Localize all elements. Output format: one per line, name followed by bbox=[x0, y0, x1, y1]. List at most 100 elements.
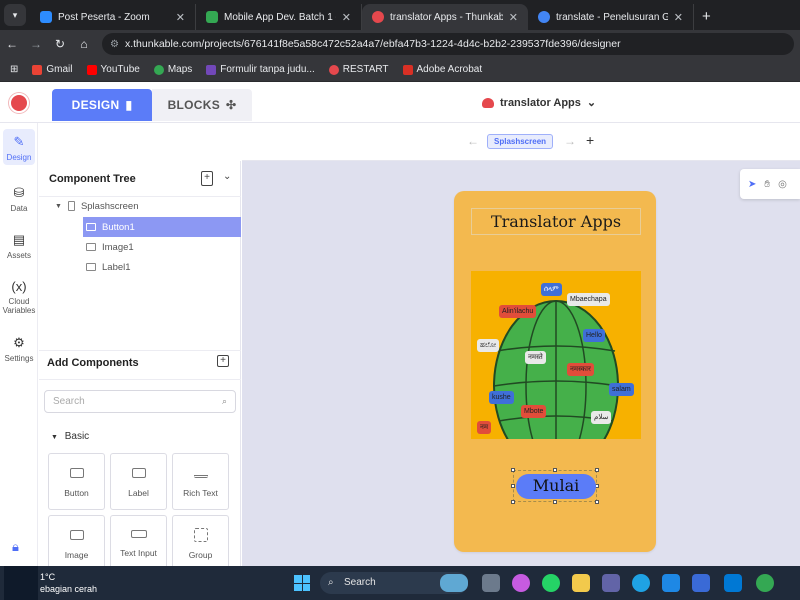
new-tab-icon[interactable]: + bbox=[702, 8, 711, 25]
bookmark-maps[interactable]: Maps bbox=[153, 64, 193, 75]
resize-handle[interactable] bbox=[511, 500, 515, 504]
rail-item-assets[interactable]: ▤ Assets bbox=[0, 232, 38, 260]
project-logo-icon bbox=[482, 97, 494, 108]
windows-taskbar: 1°C ebagian cerah ⌕ Search bbox=[0, 566, 800, 600]
pointer-icon[interactable]: ➤ bbox=[748, 179, 756, 190]
component-search-input[interactable]: Search ⌕ bbox=[44, 390, 236, 413]
speech-bubble: Mbaechapa bbox=[567, 293, 610, 306]
project-title-dropdown[interactable]: translator Apps ⌄ bbox=[482, 96, 596, 109]
component-image[interactable]: Image bbox=[48, 515, 105, 566]
translator-globe-image[interactable]: ሰላም Mbaechapa Alin'ilachu Hello ಹಲೋ नमस्… bbox=[471, 271, 641, 439]
bookmark-label: Maps bbox=[167, 64, 193, 75]
app-title-label[interactable]: Translator Apps bbox=[471, 208, 641, 235]
phone-icon: ▮ bbox=[125, 98, 133, 112]
browser-tab[interactable]: Post Peserta - Zoom ✕ bbox=[30, 4, 196, 30]
browser-tab-active[interactable]: translator Apps - Thunkable ✕ bbox=[362, 4, 528, 30]
resize-handle[interactable] bbox=[595, 500, 599, 504]
apps-grid-icon[interactable]: ⊞ bbox=[10, 64, 18, 75]
chrome-icon[interactable] bbox=[756, 574, 774, 592]
weather-thumbnail[interactable] bbox=[4, 566, 38, 600]
resize-handle[interactable] bbox=[553, 500, 557, 504]
start-icon[interactable] bbox=[294, 575, 310, 591]
component-label[interactable]: Label bbox=[110, 453, 167, 510]
search-highlight-icon[interactable] bbox=[440, 574, 468, 592]
browser-tab[interactable]: translate - Penelusuran Google ✕ bbox=[528, 4, 694, 30]
lock-icon[interactable]: 🔒︎ bbox=[12, 539, 19, 555]
browser-tab[interactable]: Mobile App Dev. Batch 1 - Goo ✕ bbox=[196, 4, 362, 30]
copilot-icon[interactable] bbox=[512, 574, 530, 592]
rail-label: Settings bbox=[4, 354, 34, 363]
tree-item-image1[interactable]: Image1 bbox=[83, 237, 241, 257]
caret-down-icon: ▼ bbox=[51, 434, 58, 441]
caret-down-icon[interactable]: ▼ bbox=[55, 203, 62, 210]
tree-item-label1[interactable]: Label1 bbox=[83, 257, 241, 277]
search-icon: ⌕ bbox=[328, 577, 334, 588]
component-group[interactable]: Group bbox=[172, 515, 229, 566]
component-text-input[interactable]: Text Input bbox=[110, 515, 167, 566]
teams-icon[interactable] bbox=[602, 574, 620, 592]
label-component-icon bbox=[86, 263, 96, 271]
site-info-icon[interactable]: ⚙ bbox=[110, 39, 119, 50]
rail-item-design[interactable]: ✎ Design bbox=[0, 129, 38, 165]
bookmark-youtube[interactable]: YouTube bbox=[86, 64, 140, 75]
design-canvas[interactable]: ← Splashscreen → + ➤ ✋︎ ◎ Translator App… bbox=[242, 123, 800, 566]
zoom-icon[interactable]: ◎ bbox=[778, 179, 787, 190]
speech-bubble: Alin'ilachu bbox=[499, 305, 537, 318]
bookmark-acrobat[interactable]: Adobe Acrobat bbox=[402, 64, 483, 75]
file-explorer-icon[interactable] bbox=[572, 574, 590, 592]
close-tab-icon[interactable]: ✕ bbox=[674, 11, 683, 24]
thunkable-logo-icon[interactable] bbox=[9, 93, 29, 113]
close-tab-icon[interactable]: ✕ bbox=[342, 11, 351, 24]
weather-widget[interactable]: 1°C ebagian cerah bbox=[40, 571, 97, 595]
bookmark-restart[interactable]: RESTART bbox=[328, 64, 389, 75]
bookmark-gmail[interactable]: Gmail bbox=[32, 64, 73, 75]
hand-icon[interactable]: ✋︎ bbox=[764, 179, 770, 190]
close-tab-icon[interactable]: ✕ bbox=[509, 11, 518, 24]
whatsapp-icon[interactable] bbox=[542, 574, 560, 592]
tab-title: translator Apps - Thunkable bbox=[390, 11, 503, 23]
tree-item-button1[interactable]: Button1 bbox=[83, 217, 241, 237]
resize-handle[interactable] bbox=[511, 484, 515, 488]
add-screen-icon[interactable]: + bbox=[201, 171, 213, 186]
close-tab-icon[interactable]: ✕ bbox=[176, 11, 185, 24]
restart-icon bbox=[328, 64, 339, 75]
chevron-down-icon[interactable]: ⌄ bbox=[223, 171, 231, 182]
blocks-tab[interactable]: BLOCKS ✣ bbox=[152, 89, 252, 121]
resize-handle[interactable] bbox=[511, 468, 515, 472]
bookmark-label: Adobe Acrobat bbox=[416, 64, 483, 75]
task-view-icon[interactable] bbox=[482, 574, 500, 592]
previous-screen-icon[interactable]: ← bbox=[467, 134, 479, 148]
current-screen-chip[interactable]: Splashscreen bbox=[487, 134, 554, 149]
bookmark-form[interactable]: Formulir tanpa judu... bbox=[206, 64, 315, 75]
reload-icon[interactable]: ↻ bbox=[48, 37, 72, 51]
rail-item-settings[interactable]: ⚙ Settings bbox=[0, 335, 38, 363]
google-favicon-icon bbox=[538, 11, 550, 23]
resize-handle[interactable] bbox=[595, 468, 599, 472]
section-label: Basic bbox=[64, 431, 90, 442]
store-icon[interactable] bbox=[662, 574, 680, 592]
add-screen-icon[interactable]: + bbox=[586, 132, 594, 148]
selected-button-frame[interactable]: Mulai bbox=[511, 468, 599, 504]
basic-section-toggle[interactable]: ▼ Basic bbox=[51, 431, 89, 442]
vscode-icon[interactable] bbox=[724, 574, 742, 592]
mulai-button[interactable]: Mulai bbox=[516, 474, 596, 499]
forward-icon[interactable]: → bbox=[24, 37, 48, 51]
rail-item-cloud-variables[interactable]: (x) Cloud Variables bbox=[0, 279, 38, 315]
add-component-icon[interactable]: + bbox=[217, 355, 229, 367]
design-tab[interactable]: DESIGN ▮ bbox=[52, 89, 152, 121]
back-icon[interactable]: ← bbox=[0, 37, 24, 51]
speech-bubble: नमस्ते bbox=[525, 351, 546, 364]
resize-handle[interactable] bbox=[553, 468, 557, 472]
tab-search-button[interactable]: ▾ bbox=[4, 4, 26, 26]
rail-item-data[interactable]: ⛁ Data bbox=[0, 185, 38, 213]
home-icon[interactable]: ⌂ bbox=[72, 37, 96, 51]
next-screen-icon[interactable]: → bbox=[564, 134, 576, 148]
component-rich-text[interactable]: Rich Text bbox=[172, 453, 229, 510]
tree-item-screen[interactable]: ▼ Splashscreen bbox=[39, 196, 241, 216]
edge-icon[interactable] bbox=[632, 574, 650, 592]
url-field[interactable]: ⚙ x.thunkable.com/projects/676141f8e5a58… bbox=[102, 33, 794, 55]
component-button[interactable]: Button bbox=[48, 453, 105, 510]
app-icon[interactable] bbox=[692, 574, 710, 592]
search-icon: ⌕ bbox=[221, 396, 227, 406]
group-icon bbox=[193, 528, 208, 542]
